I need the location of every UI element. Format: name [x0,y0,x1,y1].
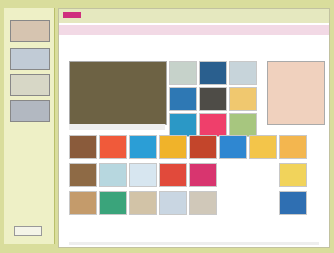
tile[interactable] [129,191,157,215]
tile[interactable] [99,163,127,187]
tile[interactable] [229,113,257,137]
tile[interactable] [169,113,197,137]
tile[interactable] [159,191,187,215]
tile[interactable] [129,135,157,159]
tile[interactable] [99,191,127,215]
main-panel [58,8,330,248]
top-bar [59,9,329,23]
tile[interactable] [279,135,307,159]
tab-3[interactable] [115,27,139,33]
tile[interactable] [189,135,217,159]
tab-9[interactable] [271,27,295,33]
brand-logo[interactable] [63,12,81,18]
thumbnail-1[interactable] [10,20,50,42]
tab-2[interactable] [89,27,113,33]
tile[interactable] [159,163,187,187]
tile[interactable] [199,87,227,111]
tile[interactable] [199,61,227,85]
tile[interactable] [69,191,97,215]
tile[interactable] [169,87,197,111]
tile[interactable] [219,135,247,159]
tab-5[interactable] [167,27,191,33]
tab-bar [59,25,329,35]
tab-6[interactable] [193,27,217,33]
tile[interactable] [279,163,307,187]
tile[interactable] [229,61,257,85]
tile[interactable] [169,61,197,85]
featured-video[interactable] [69,61,167,125]
featured-video-bar [69,124,165,130]
thumbnail-2[interactable] [10,48,50,70]
tile[interactable] [279,191,307,215]
tile[interactable] [69,135,97,159]
tab-4[interactable] [141,27,165,33]
tile[interactable] [159,135,187,159]
tile[interactable] [69,163,97,187]
tile[interactable] [199,113,227,137]
tile[interactable] [249,135,277,159]
left-rail [4,8,55,244]
thumbnail-3[interactable] [10,74,50,96]
tile[interactable] [99,135,127,159]
tile[interactable] [129,163,157,187]
tab-1[interactable] [63,27,87,33]
tile[interactable] [229,87,257,111]
tab-8[interactable] [245,27,269,33]
footer [69,242,319,245]
tab-7[interactable] [219,27,243,33]
thumbnail-4[interactable] [10,100,50,122]
rail-button[interactable] [14,226,42,236]
tile[interactable] [189,191,217,215]
aside-image[interactable] [267,61,325,125]
tile[interactable] [189,163,217,187]
